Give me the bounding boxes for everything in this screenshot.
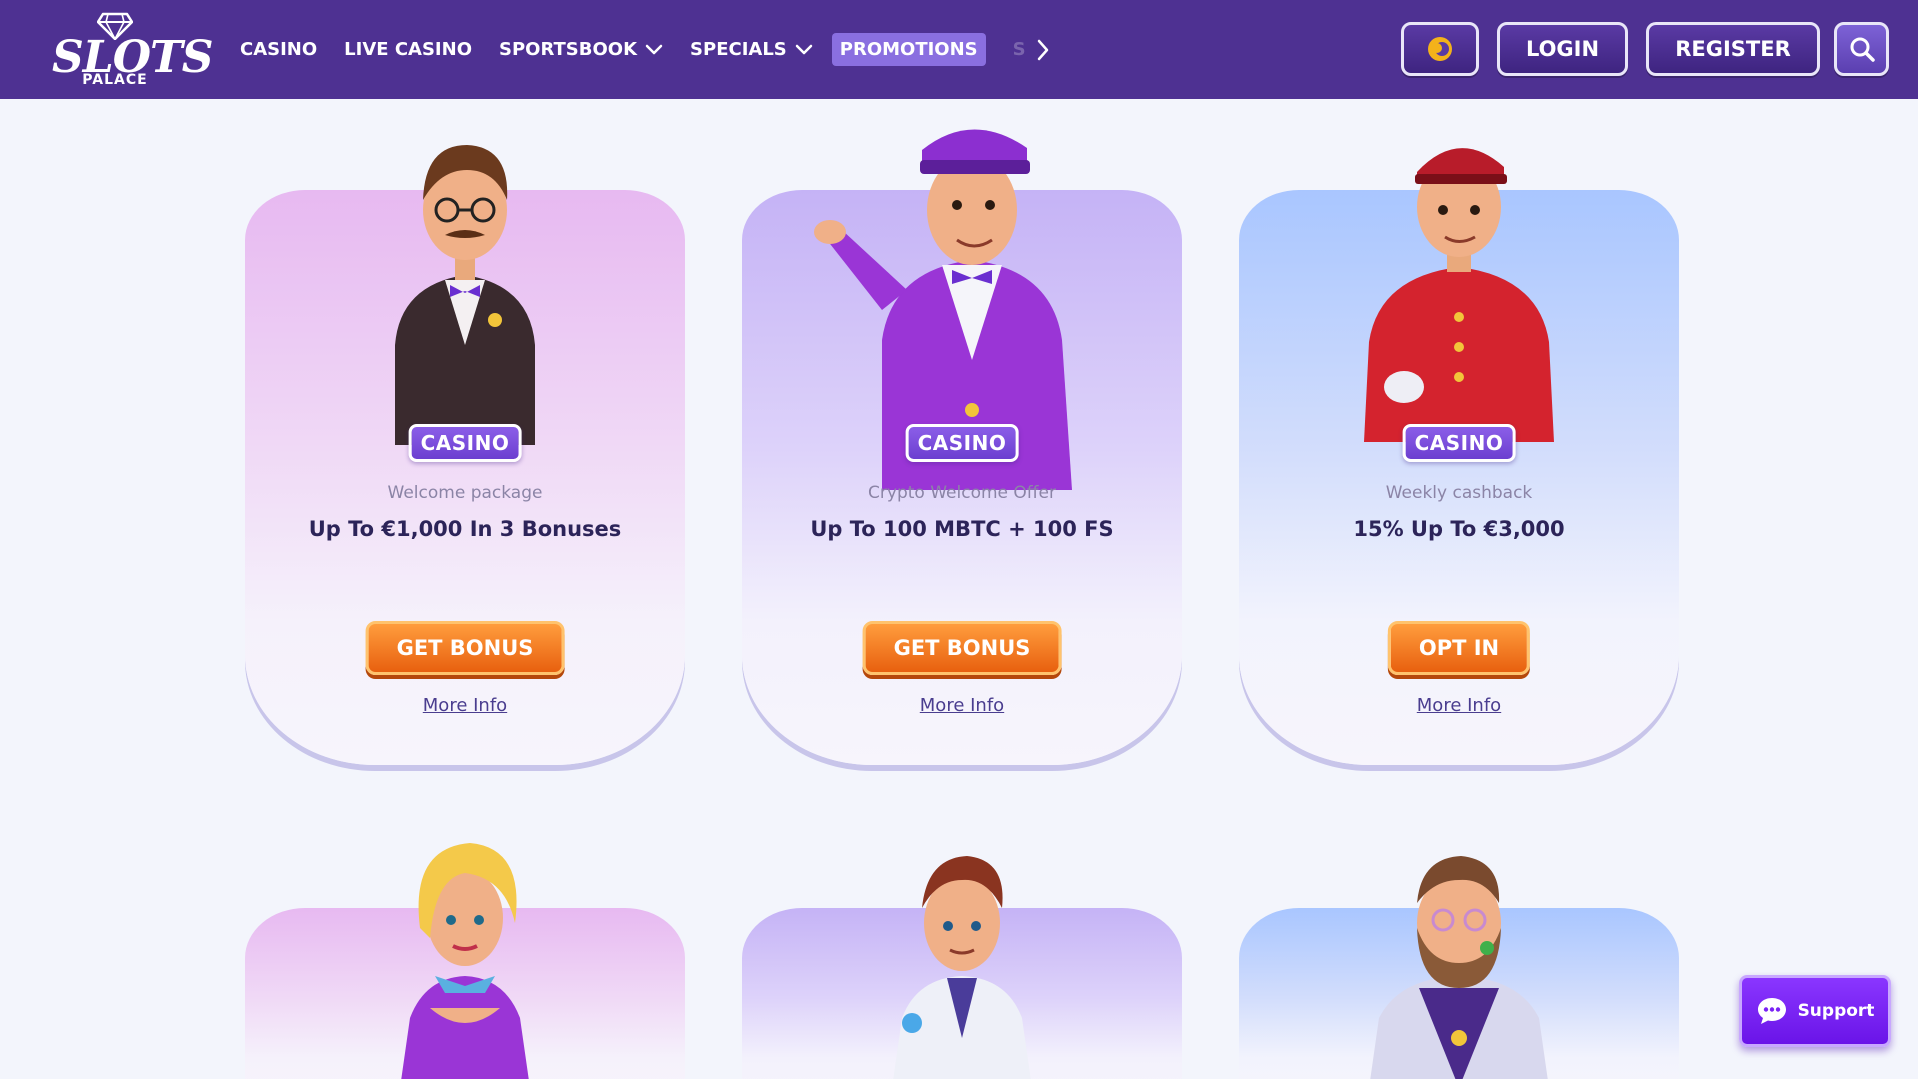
more-info-link[interactable]: More Info (742, 695, 1182, 716)
chat-bubble-icon (1757, 998, 1786, 1024)
chevron-down-icon (795, 44, 813, 56)
hostess-character-illustration (401, 843, 529, 1079)
logo-sub: PALACE (82, 72, 148, 88)
nav-promotions[interactable]: PROMOTIONS (831, 33, 986, 66)
promo-category-badge: CASINO (1402, 424, 1516, 462)
nav-truncated-item[interactable]: S (1013, 39, 1026, 60)
nav-sportsbook[interactable]: SPORTSBOOK (499, 39, 663, 60)
nav-casino[interactable]: CASINO (240, 39, 317, 60)
nav-promotions-label: PROMOTIONS (839, 39, 978, 60)
promo-card (742, 856, 1182, 1079)
bellboy-character-illustration (1364, 148, 1554, 442)
promo-title: Up To €1,000 In 3 Bonuses (308, 517, 622, 541)
promo-subtitle: Weekly cashback (1385, 483, 1533, 503)
nav-casino-label: CASINO (240, 39, 318, 60)
promo-title: Up To 100 MBTC + 100 FS (810, 517, 1114, 541)
promo-subtitle: Crypto Welcome Offer (868, 483, 1056, 503)
promo-category-badge: CASINO (905, 424, 1019, 462)
currency-button[interactable] (1401, 22, 1479, 76)
promo-subtitle: Welcome package (387, 483, 543, 503)
promo-card: CASINO Weekly cashback 15% Up To €3,000 … (1239, 148, 1679, 790)
search-button[interactable] (1834, 22, 1889, 76)
more-info-link[interactable]: More Info (1239, 695, 1679, 716)
nav-specials[interactable]: SPECIALS (690, 39, 813, 60)
top-header: SLOTS PALACE CASINO LIVE CASINO SPORTSBO… (0, 0, 1918, 99)
get-bonus-button[interactable]: GET BONUS (365, 621, 565, 675)
nav-live-casino-label: LIVE CASINO (344, 39, 472, 60)
chevron-down-icon (645, 44, 663, 56)
login-button[interactable]: LOGIN (1497, 22, 1628, 76)
slots-palace-logo[interactable]: SLOTS PALACE (52, 10, 214, 90)
register-button[interactable]: REGISTER (1646, 22, 1820, 76)
more-info-link[interactable]: More Info (245, 695, 685, 716)
get-bonus-button[interactable]: GET BONUS (862, 621, 1062, 675)
main-nav: CASINO LIVE CASINO SPORTSBOOK SPECIALS P… (240, 0, 1050, 99)
coin-icon (1428, 37, 1452, 61)
nav-live-casino[interactable]: LIVE CASINO (344, 39, 472, 60)
nav-sportsbook-label: SPORTSBOOK (499, 39, 638, 60)
gentleman-character-illustration (395, 145, 535, 445)
bearded-butler-character-illustration (1370, 856, 1548, 1079)
support-label: Support (1797, 1001, 1875, 1021)
nav-truncated-label: S (1012, 39, 1026, 60)
support-chat-button[interactable]: Support (1739, 975, 1891, 1047)
promo-title: 15% Up To €3,000 (1353, 517, 1565, 541)
nav-specials-label: SPECIALS (690, 39, 787, 60)
chevron-right-icon[interactable] (1036, 39, 1050, 61)
promo-card (1239, 856, 1679, 1079)
promo-card: CASINO Welcome package Up To €1,000 In 3… (245, 145, 685, 790)
waiter-character-illustration (893, 856, 1031, 1079)
promo-card: CASINO Crypto Welcome Offer Up To 100 MB… (742, 129, 1182, 790)
promo-category-badge: CASINO (408, 424, 522, 462)
promo-card (245, 843, 685, 1079)
search-icon (1850, 37, 1875, 62)
opt-in-button[interactable]: OPT IN (1387, 621, 1531, 675)
